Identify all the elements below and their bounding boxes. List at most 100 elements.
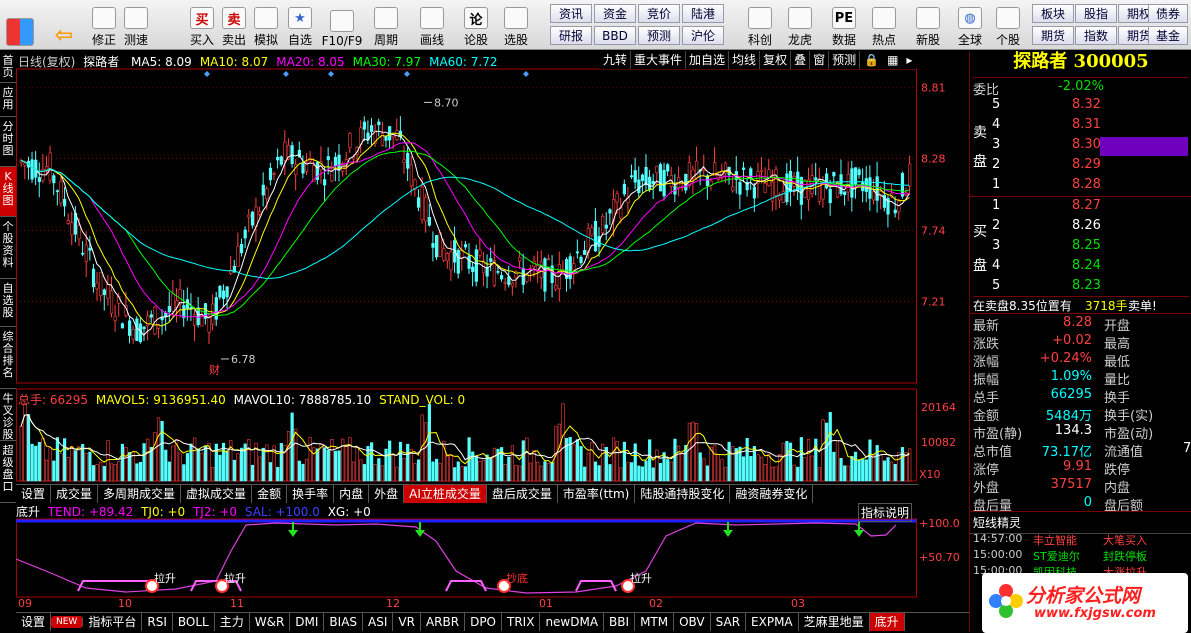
buy-level-row[interactable]: 3 8.25 [992,238,1188,257]
indicator-tab[interactable]: DMI [290,613,325,631]
left-nav-item[interactable]: 个股资料 [0,217,16,279]
toolbar-pencil-button[interactable]: 画线 [416,2,448,48]
left-nav-item[interactable]: K线图 [0,167,16,217]
left-nav-item[interactable]: 超级盘口 [0,441,16,503]
left-nav-item[interactable]: 应用 [0,83,16,117]
toolbar-sell-button[interactable]: 卖卖出 [218,2,250,48]
sell-level-row[interactable]: 5 8.32 [992,97,1188,116]
indicator-tab[interactable]: NEW [51,616,84,628]
toolbar-back-arrow-button[interactable]: ⇦ [48,2,80,48]
indicator-tab[interactable]: 主力 [215,613,250,631]
volume-tab[interactable]: 设置 [16,485,52,503]
screen-icon[interactable]: ▦ [883,51,902,69]
chart-tool-button[interactable]: 窗 [810,51,830,69]
toolbar-stopwatch-button[interactable]: 测速 [120,2,152,48]
indicator-tab[interactable]: OBV [674,613,711,631]
toolbar-stock-button[interactable]: 个股 [992,2,1024,48]
indicator-tab[interactable]: VR [393,613,421,631]
chart-tool-button[interactable]: 九转 [600,51,632,69]
quick-link-button[interactable]: 基金 [1148,26,1188,45]
volume-tab[interactable]: AI立桩成交量 [404,485,487,503]
toolbar-talk-button[interactable]: 论论股 [460,2,492,48]
volume-tab[interactable]: 成交量 [51,485,99,503]
indicator-tab[interactable]: ASI [363,613,394,631]
indicator-tab[interactable]: BIAS [324,613,364,631]
toolbar-buy-button[interactable]: 买买入 [186,2,218,48]
sell-level-row[interactable]: 2 8.29 [992,157,1188,176]
toolbar-hammer-button[interactable]: 模拟 [250,2,282,48]
volume-tab[interactable]: 内盘 [334,485,370,503]
indicator-tab[interactable]: DPO [465,613,502,631]
toolbar-dragon-button[interactable]: 龙虎 [784,2,816,48]
toolbar-new-stock-button[interactable]: 新股 [912,2,944,48]
quick-link-button[interactable]: 竞价 [638,4,680,23]
left-nav-item[interactable]: 综合排名 [0,327,16,389]
toolbar-hot-button[interactable]: 热点 [868,2,900,48]
sell-level-row[interactable]: 3 8.30 [992,137,1188,156]
quick-link-button[interactable]: 指数 [1075,26,1117,45]
indicator-tab[interactable]: 设置 [16,613,52,631]
toolbar-up-down-arrow-button[interactable]: 修正 [88,2,120,48]
volume-tab[interactable]: 陆股通持股变化 [635,485,731,503]
quick-link-button[interactable]: 期货 [1032,26,1074,45]
volume-tab[interactable]: 金额 [252,485,288,503]
toolbar-globe-button[interactable]: ◍ 全球 [954,2,986,48]
volume-tab[interactable]: 多周期成交量 [98,485,182,503]
indicator-tab[interactable]: BBI [604,613,636,631]
toolbar-period-button[interactable]: 周期 [370,2,402,48]
indicator-tab[interactable]: BOLL [173,613,215,631]
chart-tool-button[interactable]: 复权 [760,51,792,69]
indicator-tab[interactable]: SAR [711,613,747,631]
buy-level-row[interactable]: 5 8.23 [992,278,1188,297]
indicator-tab[interactable]: ARBR [421,613,466,631]
quick-link-button[interactable]: 债券 [1148,4,1188,23]
volume-tab[interactable]: 虚拟成交量 [181,485,253,503]
toolbar-kechuang-button[interactable]: 科创 [744,2,776,48]
quick-link-button[interactable]: BBD [594,26,636,45]
volume-tab[interactable]: 换手率 [287,485,335,503]
chart-tool-button[interactable]: 均线 [729,51,761,69]
left-nav-item[interactable]: 自选股 [0,279,16,327]
lock-icon[interactable]: 🔒 [860,51,883,69]
toolbar-star-button[interactable]: ★ 自选 [284,2,316,48]
volume-tab[interactable]: 融资融券变化 [730,485,814,503]
buy-level-row[interactable]: 1 8.27 [992,198,1188,217]
quick-link-button[interactable]: 资金 [594,4,636,23]
indicator-tab[interactable]: 指标平台 [83,613,143,631]
indicator-tab[interactable]: 底升 [869,613,905,631]
indicator-help-button[interactable]: 指标说明 [858,503,913,522]
quick-link-button[interactable]: 陆港 [682,4,724,23]
indicator-tab[interactable]: EXPMA [746,613,799,631]
chart-tool-button[interactable]: 预测 [829,51,861,69]
chart-tool-button[interactable]: 加自选 [686,51,730,69]
toolbar-select-stock-button[interactable]: 选股 [500,2,532,48]
toolbar-pe-button[interactable]: PE 数据 [828,2,860,48]
buy-level-row[interactable]: 4 8.24 [992,258,1188,277]
volume-tab[interactable]: 盘后成交量 [487,485,558,503]
toolbar-f10-button[interactable]: F10/F9 [322,2,362,48]
indicator-tab[interactable]: newDMA [540,613,605,631]
chart-tool-button[interactable]: 重大事件 [631,51,687,69]
quick-link-button[interactable]: 板块 [1032,4,1074,23]
indicator-tab[interactable]: W&R [250,613,291,631]
chart-tool-button[interactable]: 叠 [791,51,811,69]
quick-link-button[interactable]: 股指 [1075,4,1117,23]
volume-tab[interactable]: 外盘 [369,485,405,503]
sell-level-row[interactable]: 1 8.28 [992,177,1188,196]
left-nav-item[interactable]: 首页 [0,51,16,83]
quick-link-button[interactable]: 研报 [550,26,592,45]
indicator-tab[interactable]: MTM [635,613,675,631]
quick-link-button[interactable]: 沪伦 [682,26,724,45]
elves-row[interactable]: 14:57:00 丰立智能 大笔买入 [973,532,1189,548]
elves-row[interactable]: 15:00:00 ST爱迪尔 封跌停板 [973,548,1189,564]
close-icon[interactable]: ▸ [902,51,916,69]
left-nav-item[interactable]: 牛叉诊股 [0,389,16,441]
volume-tab[interactable]: 市盈率(ttm) [558,485,636,503]
quick-link-button[interactable]: 预测 [638,26,680,45]
toolbar-grid-logo-button[interactable] [4,2,36,48]
indicator-tab[interactable]: RSI [142,613,173,631]
indicator-tab[interactable]: 芝麻里地量 [799,613,870,631]
sell-level-row[interactable]: 4 8.31 [992,117,1188,136]
buy-level-row[interactable]: 2 8.26 [992,218,1188,237]
left-nav-item[interactable]: 分时图 [0,117,16,167]
